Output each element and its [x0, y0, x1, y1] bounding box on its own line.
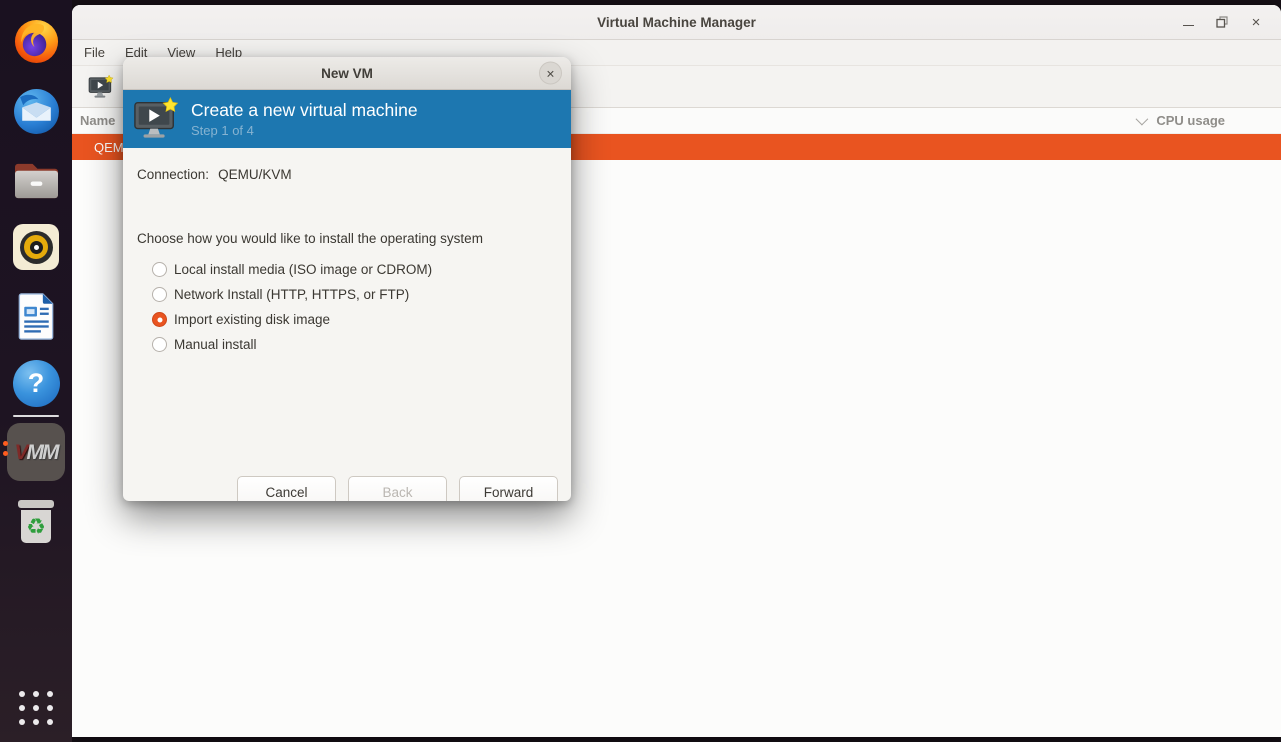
desktop: { "colors": { "accent_orange": "#e95420"…: [0, 0, 1281, 742]
option-label: Network Install (HTTP, HTTPS, or FTP): [174, 287, 409, 302]
back-button[interactable]: Back: [348, 476, 447, 501]
radio-button[interactable]: [152, 287, 167, 302]
show-applications-button[interactable]: [16, 688, 56, 728]
wizard-banner: Create a new virtual machine Step 1 of 4: [123, 90, 571, 148]
install-question: Choose how you would like to install the…: [137, 231, 571, 246]
column-header-name[interactable]: Name: [80, 113, 115, 128]
option-import-disk-image[interactable]: Import existing disk image: [152, 307, 571, 332]
window-controls: ×: [1171, 5, 1273, 39]
dock-item-trash[interactable]: ♻: [11, 497, 61, 547]
new-vm-dialog: New VM × Create a new virtual machine St…: [123, 57, 571, 501]
dialog-body: Connection: QEMU/KVM Choose how you would…: [123, 167, 571, 501]
window-title: Virtual Machine Manager: [597, 15, 756, 30]
dock-item-thunderbird[interactable]: [11, 86, 61, 136]
wizard-step: Step 1 of 4: [191, 123, 418, 138]
svg-text:♻: ♻: [26, 514, 46, 539]
new-vm-button[interactable]: [88, 75, 114, 99]
wizard-title: Create a new virtual machine: [191, 100, 418, 120]
dock-item-firefox[interactable]: [11, 16, 61, 66]
close-button[interactable]: ×: [1239, 10, 1273, 34]
cancel-button[interactable]: Cancel: [237, 476, 336, 501]
option-local-install-media[interactable]: Local install media (ISO image or CDROM): [152, 257, 571, 282]
radio-button[interactable]: [152, 262, 167, 277]
dock-separator: [13, 415, 59, 417]
maximize-button[interactable]: [1205, 10, 1239, 34]
option-label: Import existing disk image: [174, 312, 330, 327]
forward-button[interactable]: Forward: [459, 476, 558, 501]
dialog-buttons: Cancel Back Forward: [237, 476, 558, 501]
virt-manager-icon: VMM: [14, 442, 57, 463]
close-icon: ×: [1252, 14, 1261, 31]
dock-item-virt-manager[interactable]: VMM: [7, 423, 65, 481]
trash-icon: ♻: [13, 498, 59, 546]
firefox-icon: [13, 18, 60, 65]
connection-value: QEMU/KVM: [218, 167, 292, 182]
dialog-close-button[interactable]: ×: [539, 62, 562, 85]
window-titlebar[interactable]: Virtual Machine Manager ×: [72, 5, 1281, 40]
maximize-icon: [1216, 16, 1228, 28]
help-icon: ?: [13, 360, 60, 407]
option-label: Manual install: [174, 337, 257, 352]
rhythmbox-icon: [13, 224, 59, 270]
install-options: Local install media (ISO image or CDROM)…: [152, 257, 571, 357]
column-header-cpu-usage[interactable]: CPU usage: [1156, 113, 1225, 128]
dialog-close-icon: ×: [546, 66, 554, 80]
minimize-button[interactable]: [1171, 10, 1205, 34]
chevron-down-icon[interactable]: [1136, 113, 1149, 126]
wizard-vm-icon: [133, 97, 179, 141]
menu-item-file[interactable]: File: [74, 45, 115, 60]
dock-item-rhythmbox[interactable]: [11, 222, 61, 272]
dialog-titlebar[interactable]: New VM ×: [123, 57, 571, 90]
dock-item-help[interactable]: ?: [11, 358, 61, 408]
dock: ? VMM ♻: [0, 0, 72, 742]
connection-label: Connection:: [137, 167, 209, 182]
dialog-title: New VM: [321, 66, 373, 81]
option-manual-install[interactable]: Manual install: [152, 332, 571, 357]
thunderbird-icon: [12, 87, 61, 136]
dock-item-files[interactable]: [11, 155, 61, 205]
running-indicator-dots: [3, 441, 8, 456]
writer-document-icon: [15, 293, 57, 340]
new-vm-icon: [88, 75, 114, 99]
dock-item-libreoffice-writer[interactable]: [11, 291, 61, 341]
radio-button[interactable]: [152, 312, 167, 327]
option-network-install[interactable]: Network Install (HTTP, HTTPS, or FTP): [152, 282, 571, 307]
files-folder-icon: [13, 159, 60, 201]
option-label: Local install media (ISO image or CDROM): [174, 262, 432, 277]
minimize-icon: [1183, 25, 1194, 26]
radio-button[interactable]: [152, 337, 167, 352]
